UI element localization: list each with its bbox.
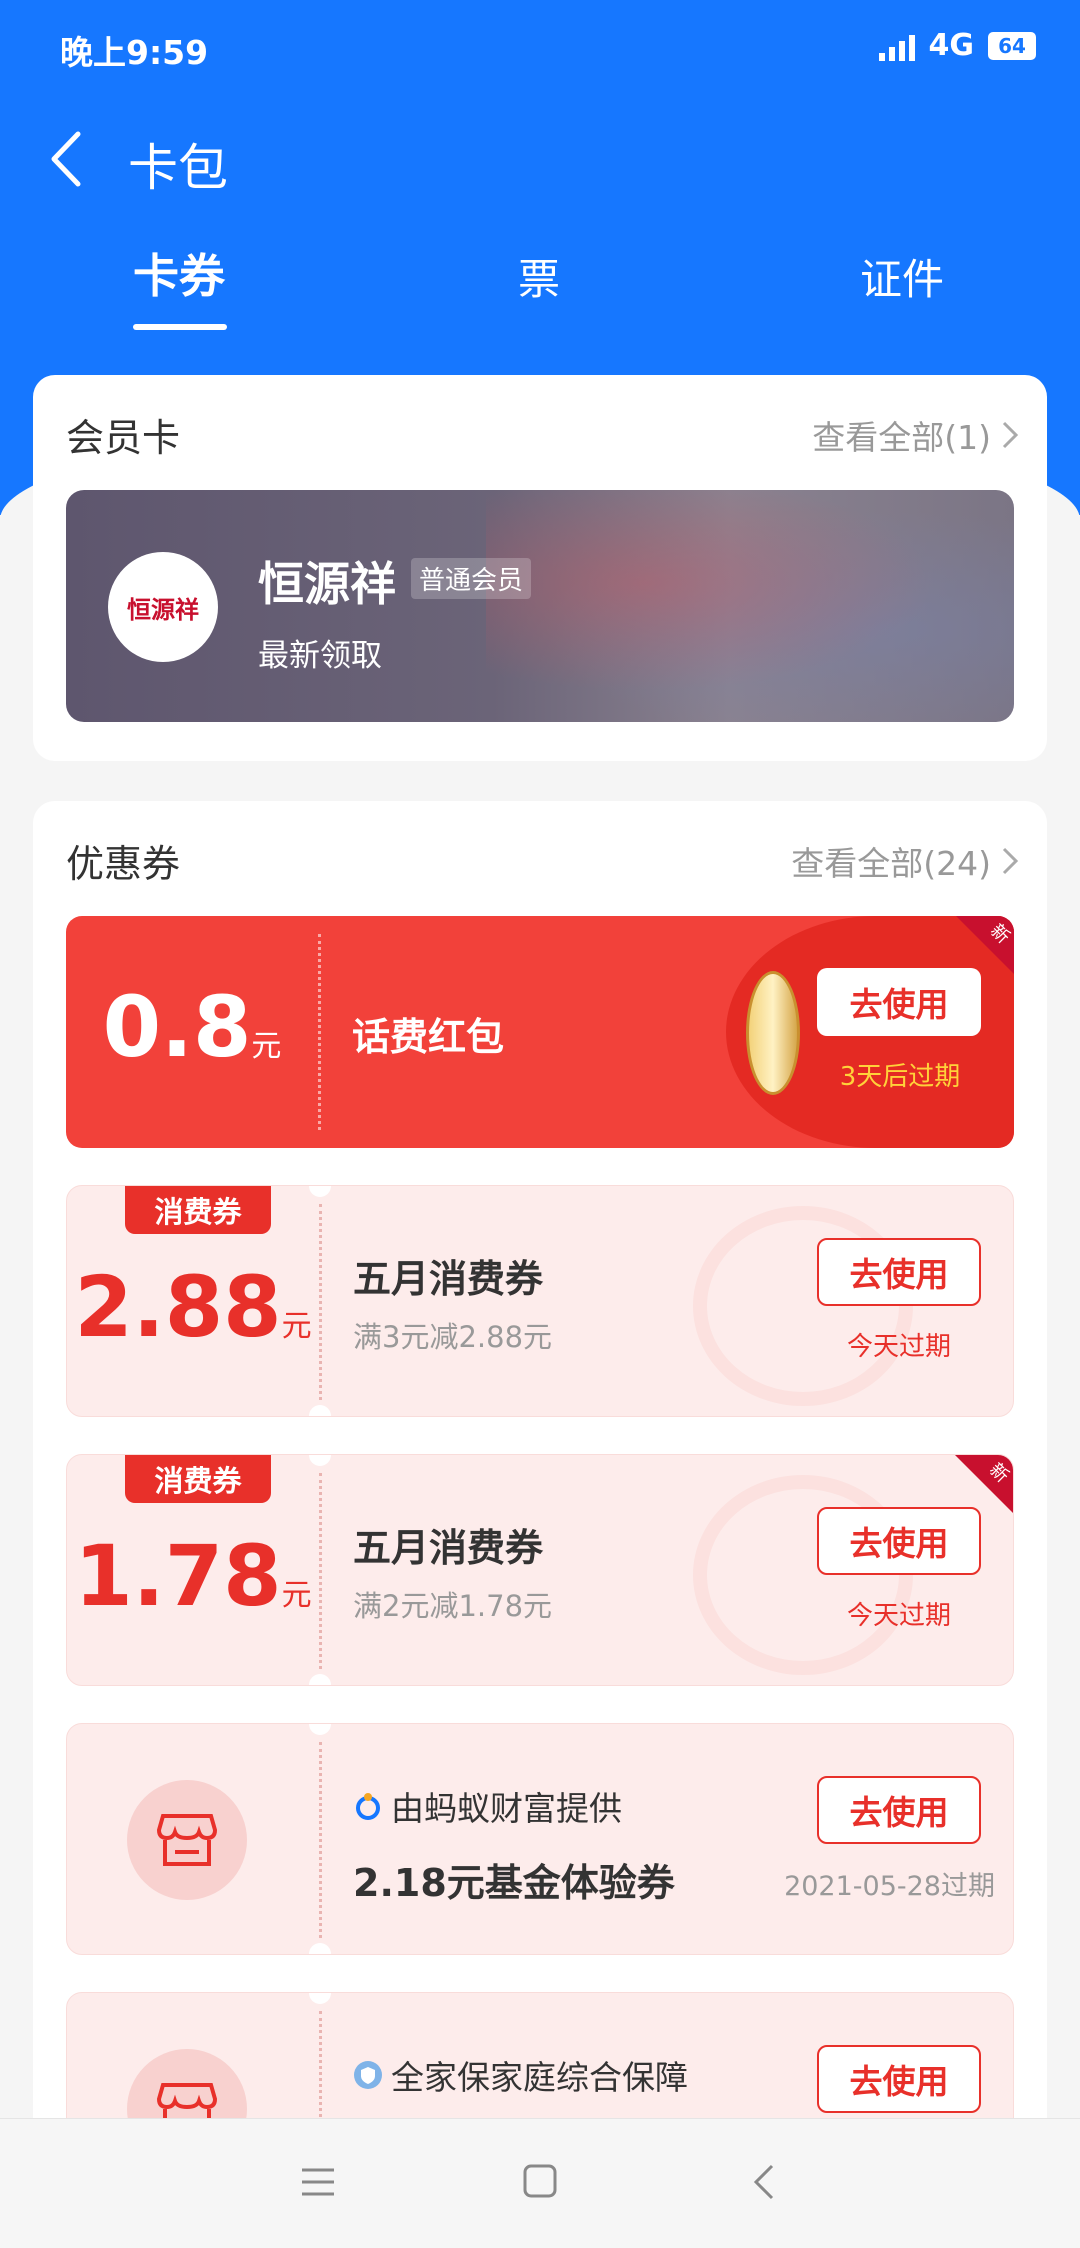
back-arrow-icon[interactable] xyxy=(44,124,104,194)
member-level-badge: 普通会员 xyxy=(411,558,532,599)
member-section-title: 会员卡 xyxy=(66,416,181,460)
tab-cards[interactable]: 卡券 xyxy=(133,240,225,306)
expire-text: 今天过期 xyxy=(846,1332,951,1362)
page-title: 卡包 xyxy=(128,139,228,197)
tab-ids[interactable]: 证件 xyxy=(860,246,944,307)
expire-text: 3天后过期 xyxy=(839,1062,961,1092)
coupon-title: 2.18元基金体验券 xyxy=(353,1861,675,1905)
member-card[interactable]: 恒源祥 恒源祥 普通会员 最新领取 xyxy=(66,490,1014,722)
watermark xyxy=(693,1475,913,1675)
divider xyxy=(319,1473,322,1669)
battery-icon: 64 xyxy=(988,31,1036,60)
coupon-item[interactable]: 消费券 2.88元 五月消费券 满3元减2.88元 去使用 今天过期 xyxy=(66,1185,1014,1417)
provider-text: 全家保家庭综合保障 xyxy=(391,2058,688,2097)
notch xyxy=(309,1455,331,1466)
notch xyxy=(309,1405,331,1416)
use-button[interactable]: 去使用 xyxy=(817,1238,981,1306)
coupon-amount: 0.8元 xyxy=(102,978,282,1076)
provider-line: 由蚂蚁财富提供 xyxy=(353,1782,622,1830)
expire-text: 今天过期 xyxy=(846,1601,951,1631)
notch xyxy=(309,1993,331,2004)
coupon-section-title: 优惠券 xyxy=(66,842,181,886)
home-icon[interactable] xyxy=(522,2163,558,2199)
status-bar: 晚上9:59 4G 64 xyxy=(0,0,1080,96)
signal-icon xyxy=(878,31,915,61)
notch xyxy=(309,1674,331,1685)
divider xyxy=(319,1742,322,1938)
coupon-tag: 消费券 xyxy=(125,1186,271,1234)
coupon-title: 话费红包 xyxy=(352,1015,505,1059)
use-button[interactable]: 去使用 xyxy=(817,1507,981,1575)
ant-fortune-icon xyxy=(356,1793,380,1820)
coupon-section: 优惠券 查看全部(24) 0.8元 话费红包 去使用 3天后过期 新 消费券 2… xyxy=(33,801,1047,2221)
insurance-icon xyxy=(354,2061,382,2089)
coupon-item[interactable]: 0.8元 话费红包 去使用 3天后过期 新 xyxy=(66,916,1014,1148)
coupon-desc: 满3元减2.88元 xyxy=(353,1320,553,1354)
notch xyxy=(309,1943,331,1954)
coupon-desc: 满2元减1.78元 xyxy=(353,1589,553,1623)
expire-date: 2021-05-28过期 xyxy=(784,1871,995,1902)
store-icon xyxy=(127,1780,247,1900)
use-button[interactable]: 去使用 xyxy=(817,968,981,1036)
tab-tickets[interactable]: 票 xyxy=(518,246,560,307)
member-subtitle: 最新领取 xyxy=(258,638,382,674)
divider xyxy=(319,1204,322,1400)
coupon-item[interactable]: 由蚂蚁财富提供 2.18元基金体验券 去使用 2021-05-28过期 xyxy=(66,1723,1014,1955)
member-see-all-link[interactable]: 查看全部(1) xyxy=(812,411,1019,459)
back-icon[interactable] xyxy=(752,2163,776,2201)
coin-icon xyxy=(746,971,800,1095)
provider-text: 由蚂蚁财富提供 xyxy=(391,1789,622,1828)
watermark xyxy=(693,1206,913,1406)
divider xyxy=(318,934,321,1130)
brand-name: 恒源祥 xyxy=(258,557,396,611)
member-card-section: 会员卡 查看全部(1) 恒源祥 恒源祥 普通会员 最新领取 xyxy=(33,375,1047,761)
status-icons: 4G 64 xyxy=(878,28,1036,63)
coupon-tag: 消费券 xyxy=(125,1455,271,1503)
notch xyxy=(309,1186,331,1197)
tab-underline xyxy=(133,324,227,330)
see-all-label: 查看全部(24) xyxy=(791,844,991,883)
chevron-right-icon xyxy=(1002,847,1019,875)
brand-logo: 恒源祥 xyxy=(108,552,218,662)
see-all-label: 查看全部(1) xyxy=(812,418,991,457)
tab-bar: 卡券 票 证件 xyxy=(0,240,1080,340)
nav-bar: 卡包 xyxy=(0,110,1080,210)
network-type: 4G xyxy=(928,28,975,63)
coupon-amount: 1.78元 xyxy=(74,1527,312,1625)
use-button[interactable]: 去使用 xyxy=(817,1776,981,1844)
card-background-image xyxy=(486,490,1014,722)
chevron-right-icon xyxy=(1002,421,1019,449)
use-button[interactable]: 去使用 xyxy=(817,2045,981,2113)
coupon-item[interactable]: 消费券 1.78元 五月消费券 满2元减1.78元 去使用 今天过期 新 xyxy=(66,1454,1014,1686)
menu-icon[interactable] xyxy=(300,2167,336,2197)
notch xyxy=(309,1724,331,1735)
provider-line: 全家保家庭综合保障 xyxy=(353,2051,688,2099)
coupon-amount: 2.88元 xyxy=(74,1258,312,1356)
status-time: 晚上9:59 xyxy=(60,33,209,72)
coupon-title: 五月消费券 xyxy=(353,1257,544,1301)
coupon-see-all-link[interactable]: 查看全部(24) xyxy=(791,837,1019,885)
system-nav-bar xyxy=(0,2118,1080,2248)
coupon-title: 五月消费券 xyxy=(353,1526,544,1570)
